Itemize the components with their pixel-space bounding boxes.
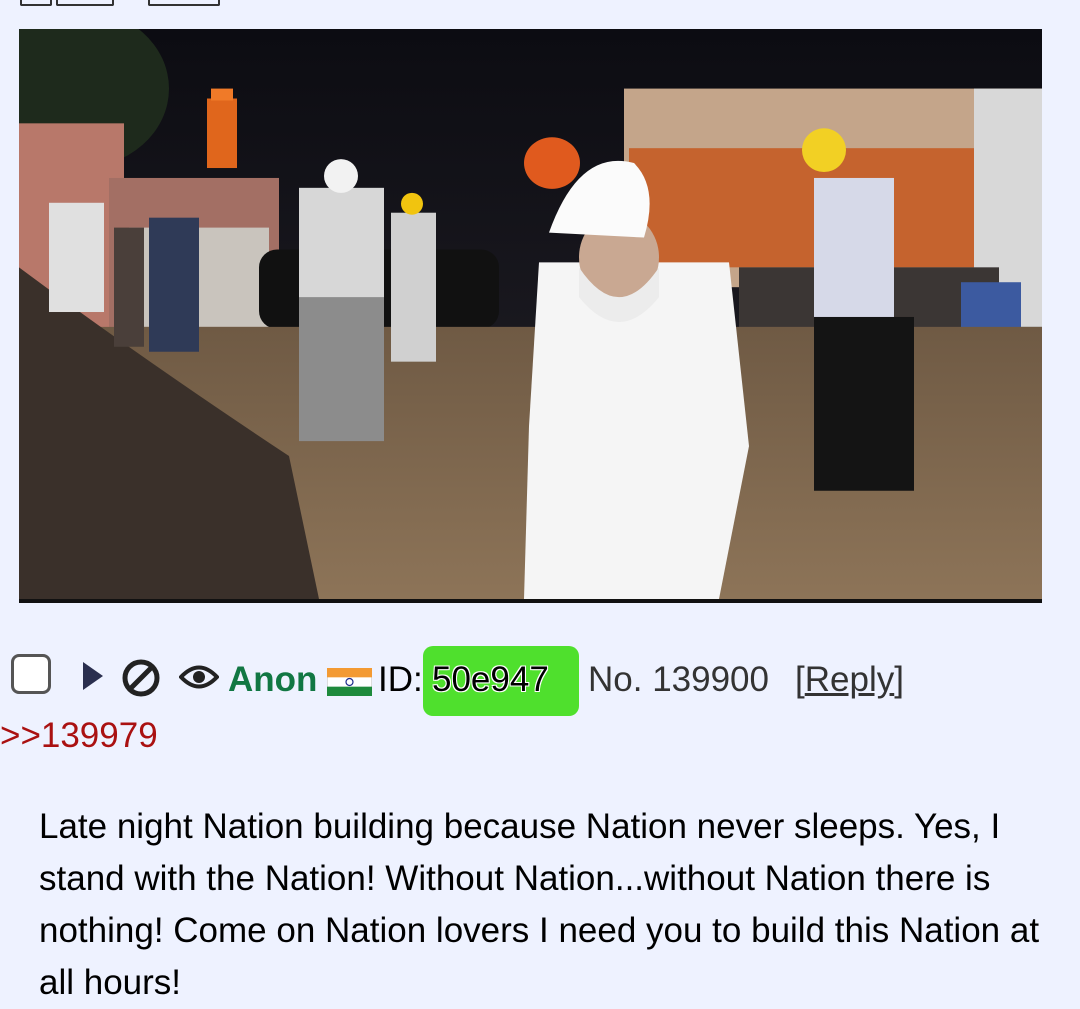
post-header: Anon ID: 50e947 No. 139900 [Reply] (0, 646, 1080, 716)
previous-post-controls (0, 0, 1080, 8)
reply-link[interactable]: Reply (805, 660, 894, 699)
india-flag-icon (327, 668, 372, 696)
post-image[interactable] (19, 29, 1042, 603)
post-number[interactable]: No. 139900 (588, 660, 769, 700)
reply-close-bracket: ] (894, 660, 904, 699)
poster-id-value: 50e947 (432, 660, 549, 699)
poster-id-badge[interactable]: 50e947 (423, 646, 579, 716)
poster-id-label: ID: (378, 660, 423, 699)
eye-icon[interactable] (179, 662, 219, 692)
reply-open-bracket: [ (795, 660, 805, 699)
hide-icon[interactable] (121, 658, 161, 698)
poster-name: Anon (228, 660, 318, 699)
post-image-graphic (19, 29, 1042, 599)
backlink[interactable]: >>139979 (0, 716, 158, 756)
post-select-checkbox[interactable] (11, 654, 51, 694)
triangle-right-icon[interactable] (81, 658, 105, 694)
reply-link-wrapper: [Reply] (795, 660, 904, 700)
post-message: Late night Nation building because Natio… (39, 807, 1040, 1002)
